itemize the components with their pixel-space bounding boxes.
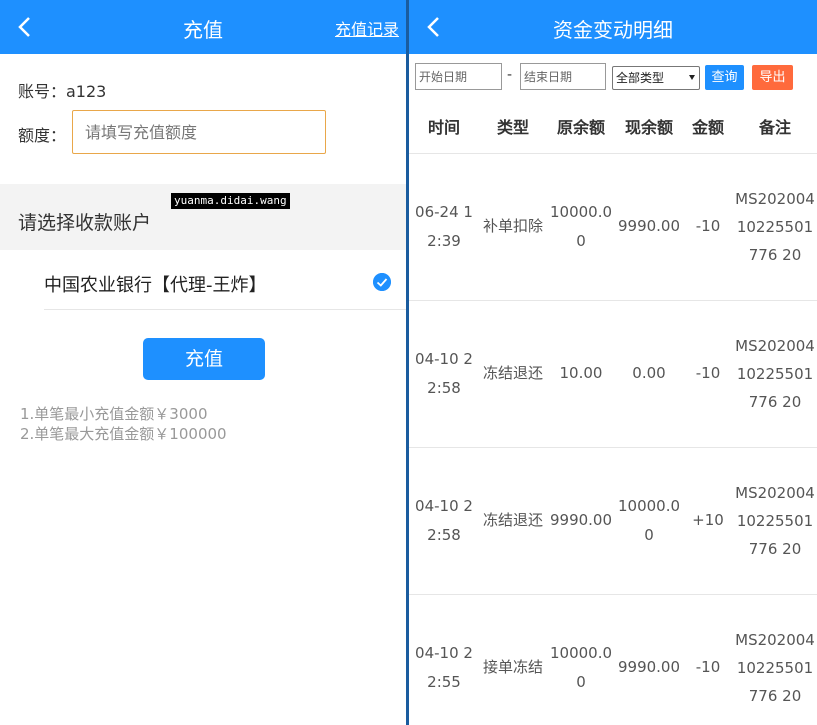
note-min: 1.单笔最小充值金额￥3000 xyxy=(20,405,208,423)
bank-label: 中国农业银行【代理-王炸】 xyxy=(44,275,267,296)
column-header-amount: 金额 xyxy=(683,100,733,154)
details-header: 资金变动明细 xyxy=(409,0,817,54)
amount-input[interactable] xyxy=(72,110,326,154)
fund-details-panel: 资金变动明细 - 全部类型 查询 导出 时间 类型 原余额 现余额 金额 备注 xyxy=(409,0,817,725)
filter-bar: - 全部类型 查询 导出 xyxy=(409,63,817,91)
cell-new-balance: 0.00 xyxy=(615,300,683,448)
cell-type: 补单扣除 xyxy=(479,153,547,301)
cell-amount: -10 xyxy=(683,594,733,725)
cell-amount: -10 xyxy=(683,153,733,301)
export-button[interactable]: 导出 xyxy=(752,65,793,90)
recharge-header: 充值 充值记录 xyxy=(0,0,406,54)
chevron-down-icon xyxy=(689,75,695,80)
fund-table: 时间 类型 原余额 现余额 金额 备注 06-24 12:39 补单扣除 100… xyxy=(409,100,817,725)
watermark: yuanma.didai.wang xyxy=(171,193,290,209)
table-row: 04-10 22:58 冻结退还 9990.00 10000.00 +10 MS… xyxy=(409,447,817,595)
type-select-value: 全部类型 xyxy=(616,71,665,85)
start-date-input[interactable] xyxy=(415,63,502,90)
cell-old-balance: 10000.00 xyxy=(547,153,615,301)
table-row: 04-10 22:55 接单冻结 10000.00 9990.00 -10 MS… xyxy=(409,594,817,725)
recharge-button[interactable]: 充值 xyxy=(143,338,265,380)
bank-option[interactable]: 中国农业银行【代理-王炸】 xyxy=(44,252,406,310)
cell-time: 06-24 12:39 xyxy=(409,153,479,301)
cell-type: 冻结退还 xyxy=(479,447,547,595)
cell-amount: -10 xyxy=(683,300,733,448)
recharge-panel: 充值 充值记录 账号：a123 额度： 请选择收款账户 yuanma.didai… xyxy=(0,0,406,725)
cell-remark: MS20200410225501776 20 xyxy=(733,447,817,595)
table-row: 06-24 12:39 补单扣除 10000.00 9990.00 -10 MS… xyxy=(409,153,817,301)
cell-type: 冻结退还 xyxy=(479,300,547,448)
end-date-input[interactable] xyxy=(520,63,606,90)
column-header-old-balance: 原余额 xyxy=(547,100,615,154)
query-button[interactable]: 查询 xyxy=(705,65,744,90)
cell-new-balance: 9990.00 xyxy=(615,594,683,725)
cell-type: 接单冻结 xyxy=(479,594,547,725)
cell-time: 04-10 22:58 xyxy=(409,447,479,595)
cell-remark: MS20200410225501776 20 xyxy=(733,153,817,301)
cell-old-balance: 10.00 xyxy=(547,300,615,448)
table-row: 04-10 22:58 冻结退还 10.00 0.00 -10 MS202004… xyxy=(409,300,817,448)
cell-new-balance: 9990.00 xyxy=(615,153,683,301)
recharge-notes: 1.单笔最小充值金额￥3000 2.单笔最大充值金额￥100000 xyxy=(20,404,227,444)
note-max: 2.单笔最大充值金额￥100000 xyxy=(20,425,227,443)
column-header-new-balance: 现余额 xyxy=(615,100,683,154)
cell-new-balance: 10000.00 xyxy=(615,447,683,595)
date-separator: - xyxy=(507,67,513,83)
cell-time: 04-10 22:55 xyxy=(409,594,479,725)
account-label: 账号：a123 xyxy=(18,82,107,101)
type-select[interactable]: 全部类型 xyxy=(612,66,700,90)
column-header-remark: 备注 xyxy=(733,100,817,154)
recharge-history-link[interactable]: 充值记录 xyxy=(335,16,399,40)
cell-old-balance: 10000.00 xyxy=(547,594,615,725)
check-icon xyxy=(373,273,391,291)
table-header-row: 时间 类型 原余额 现余额 金额 备注 xyxy=(409,100,817,154)
section-label: 请选择收款账户 xyxy=(18,212,152,234)
cell-remark: MS20200410225501776 20 xyxy=(733,594,817,725)
column-header-time: 时间 xyxy=(409,100,479,154)
cell-old-balance: 9990.00 xyxy=(547,447,615,595)
cell-time: 04-10 22:58 xyxy=(409,300,479,448)
column-header-type: 类型 xyxy=(479,100,547,154)
cell-remark: MS20200410225501776 20 xyxy=(733,300,817,448)
cell-amount: +10 xyxy=(683,447,733,595)
details-title: 资金变动明细 xyxy=(553,18,673,42)
amount-label: 额度： xyxy=(18,126,67,145)
